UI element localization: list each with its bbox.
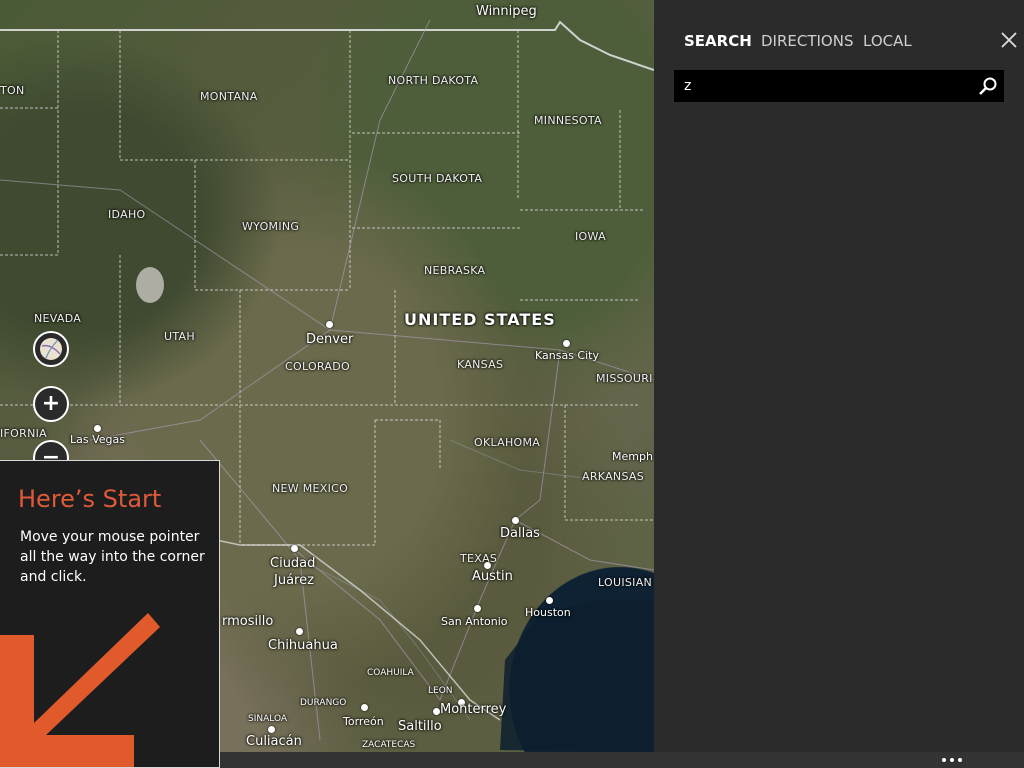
label-coahuila: COAHUILA: [367, 668, 414, 678]
label-ciudad: Ciudad: [270, 556, 316, 571]
label-colorado: COLORADO: [285, 360, 350, 373]
ellipsis-dot: [958, 758, 962, 762]
map-style-button[interactable]: [33, 331, 69, 367]
label-las-vegas: Las Vegas: [70, 433, 125, 446]
label-oklahoma: OKLAHOMA: [474, 436, 541, 449]
city-dot-dallas: [512, 517, 519, 524]
city-dot-saltillo: [433, 708, 440, 715]
label-san-antonio: San Antonio: [441, 615, 508, 628]
label-culiacan: Culiacán: [246, 734, 302, 749]
label-dallas: Dallas: [500, 526, 540, 541]
label-ifornia: IFORNIA: [0, 427, 47, 440]
label-minnesota: MINNESOTA: [534, 114, 602, 127]
city-dot-denver: [326, 321, 333, 328]
city-dot-culiacan: [268, 726, 275, 733]
label-denver: Denver: [306, 332, 354, 347]
label-idaho: IDAHO: [108, 208, 146, 221]
tab-directions[interactable]: DIRECTIONS: [761, 32, 853, 50]
start-tip-body: Move your mouse pointer all the way into…: [20, 529, 205, 585]
label-texas: TEXAS: [460, 552, 498, 565]
app-bar: [220, 752, 1024, 768]
city-dot-austin: [484, 562, 491, 569]
close-icon[interactable]: [999, 30, 1019, 50]
label-houston: Houston: [525, 606, 571, 619]
label-louisian: LOUISIAN: [598, 576, 653, 589]
start-tip-title: Here’s Start: [18, 485, 162, 513]
label-zacatecas: ZACATECAS: [362, 740, 416, 750]
label-austin: Austin: [472, 569, 513, 584]
label-memph: Memph: [612, 450, 653, 463]
label-missouri: MISSOURI: [596, 372, 653, 385]
search-pane: SEARCH DIRECTIONS LOCAL: [654, 0, 1024, 752]
label-kansas: KANSAS: [457, 358, 504, 371]
city-dot-san-antonio: [474, 605, 481, 612]
more-ellipsis-icon[interactable]: [938, 754, 966, 766]
label-iowa: IOWA: [575, 230, 606, 243]
label-nevada: NEVADA: [34, 312, 82, 325]
label-juarez: Juárez: [274, 573, 314, 588]
label-south-dakota: SOUTH DAKOTA: [392, 172, 483, 185]
tab-search[interactable]: SEARCH: [684, 32, 752, 50]
label-winnipeg: Winnipeg: [476, 4, 537, 19]
label-sinaloa: SINALOA: [248, 714, 288, 724]
city-dot-houston: [546, 597, 553, 604]
city-dot-ciudad-juarez: [291, 545, 298, 552]
zoom-in-button[interactable]: +: [33, 386, 69, 422]
city-dot-torreon: [361, 704, 368, 711]
label-north-dakota: NORTH DAKOTA: [388, 74, 479, 87]
label-chihuahua: Chihuahua: [268, 638, 338, 653]
search-icon[interactable]: [976, 74, 1000, 98]
label-saltillo: Saltillo: [398, 719, 442, 734]
label-kansas-city: Kansas City: [535, 349, 599, 362]
city-dot-kansas-city: [563, 340, 570, 347]
map-style-icon: [40, 338, 62, 360]
city-dot-chihuahua: [296, 628, 303, 635]
start-tip-flyout: Here’s Start Move your mouse pointer all…: [0, 460, 220, 768]
ellipsis-dot: [950, 758, 954, 762]
label-utah: UTAH: [164, 330, 195, 343]
label-nebraska: NEBRASKA: [424, 264, 486, 277]
label-monterrey: Monterrey: [440, 702, 507, 717]
tab-local[interactable]: LOCAL: [863, 32, 912, 50]
city-dot-las-vegas: [94, 425, 101, 432]
label-ton: TON: [0, 84, 25, 97]
search-box: [674, 70, 1004, 102]
ellipsis-dot: [942, 758, 946, 762]
label-united-states: UNITED STATES: [404, 310, 556, 329]
search-input[interactable]: [674, 70, 964, 102]
label-hermosillo: rmosillo: [222, 614, 274, 629]
label-durango: DURANGO: [300, 698, 347, 708]
label-montana: MONTANA: [200, 90, 258, 103]
arrow-down-left-icon: [0, 613, 160, 767]
label-wyoming: WYOMING: [242, 220, 300, 233]
label-new-mexico: NEW MEXICO: [272, 482, 349, 495]
label-torreon: Torreón: [343, 715, 384, 728]
label-arkansas: ARKANSAS: [582, 470, 645, 483]
label-leon: LEON: [428, 686, 453, 696]
